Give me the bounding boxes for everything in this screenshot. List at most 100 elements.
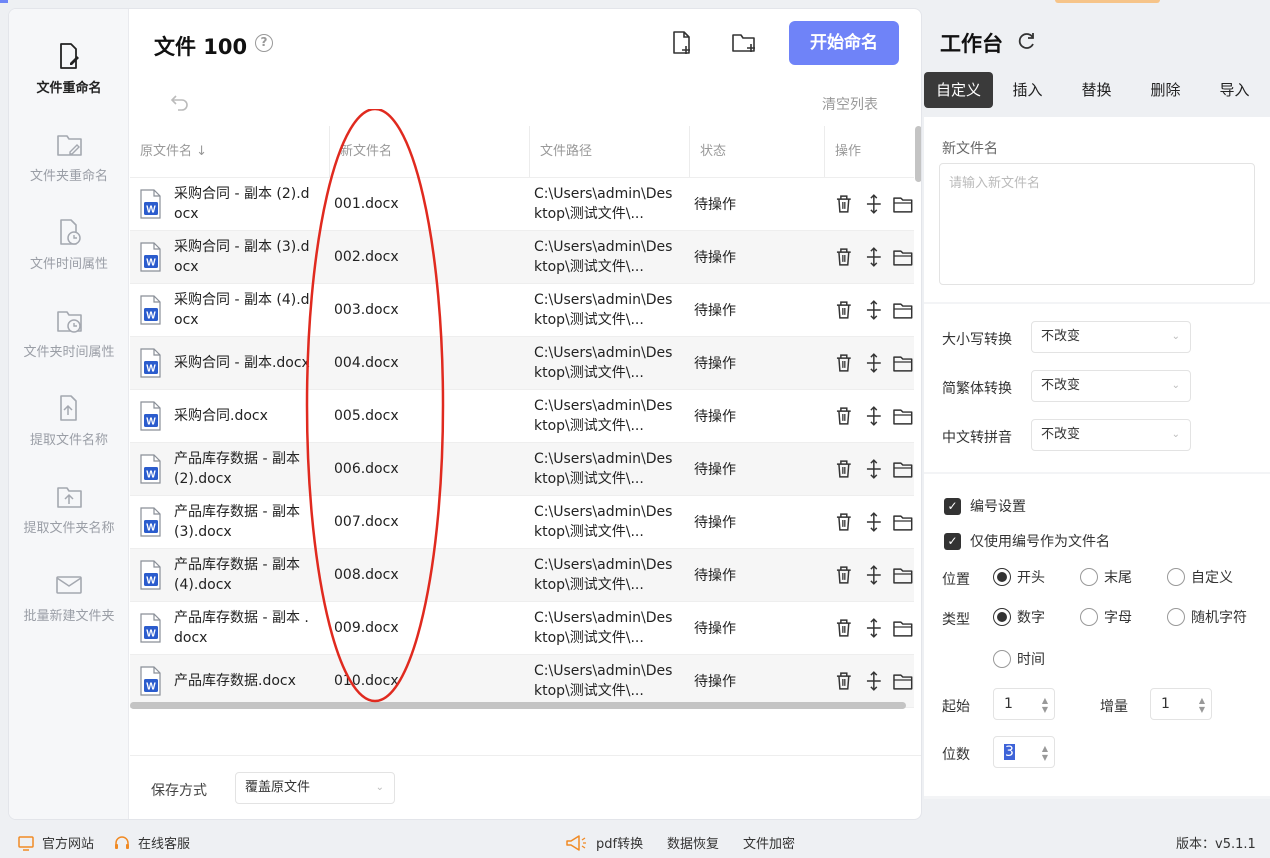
nav-item-3[interactable]: 文件夹时间属性 bbox=[9, 305, 129, 360]
start-spinner[interactable]: 1 ▲ ▼ bbox=[993, 688, 1055, 720]
open-folder-icon[interactable] bbox=[892, 299, 914, 321]
spin-up-icon[interactable]: ▲ bbox=[1042, 697, 1048, 705]
table-row[interactable]: W 产品库存数据.docx 010.docx C:\Users\admin\Deskt… bbox=[130, 655, 914, 708]
table-row[interactable]: W 产品库存数据 - 副本 (3).docx 007.docx C:\Users\ad… bbox=[130, 496, 914, 549]
trash-icon[interactable] bbox=[833, 511, 855, 533]
save-mode-select[interactable]: 覆盖原文件 ⌄ bbox=[235, 772, 395, 804]
tab-replace[interactable]: 替换 bbox=[1062, 72, 1131, 108]
radio-icon[interactable] bbox=[1080, 608, 1098, 626]
radio-type-letter[interactable]: 字母 bbox=[1080, 607, 1132, 627]
trad-select[interactable]: 不改变 ⌄ bbox=[1031, 370, 1191, 402]
table-row[interactable]: W 采购合同.docx 005.docx C:\Users\admin\Desktop… bbox=[130, 390, 914, 443]
table-row[interactable]: W 采购合同 - 副本 (2).docx 001.docx C:\Users\admi… bbox=[130, 178, 914, 231]
trash-icon[interactable] bbox=[833, 670, 855, 692]
radio-type-number[interactable]: 数字 bbox=[993, 607, 1045, 627]
website-link[interactable]: 官方网站 bbox=[18, 833, 94, 852]
radio-icon[interactable] bbox=[1167, 568, 1185, 586]
new-name-input[interactable]: 请输入新文件名 bbox=[939, 163, 1255, 285]
radio-type-random[interactable]: 随机字符 bbox=[1167, 607, 1247, 627]
horizontal-scrollbar[interactable] bbox=[130, 702, 906, 709]
radio-position-custom[interactable]: 自定义 bbox=[1167, 567, 1233, 587]
move-icon[interactable] bbox=[863, 511, 885, 533]
checkbox-checked-icon[interactable]: ✓ bbox=[944, 532, 961, 550]
recovery-link[interactable]: 数据恢复 bbox=[667, 833, 719, 852]
only-number-checkbox-row[interactable]: ✓ 仅使用编号作为文件名 bbox=[944, 531, 1110, 551]
nav-item-0[interactable]: 文件重命名 bbox=[9, 41, 129, 96]
undo-icon[interactable] bbox=[169, 91, 191, 113]
trash-icon[interactable] bbox=[833, 352, 855, 374]
numbering-checkbox-row[interactable]: ✓ 编号设置 bbox=[944, 496, 1026, 516]
move-icon[interactable] bbox=[863, 405, 885, 427]
table-row[interactable]: W 产品库存数据 - 副本 .docx 009.docx C:\Users\admin… bbox=[130, 602, 914, 655]
radio-selected-icon[interactable] bbox=[993, 608, 1011, 626]
table-row[interactable]: W 采购合同 - 副本.docx 004.docx C:\Users\admin\De… bbox=[130, 337, 914, 390]
add-file-icon[interactable] bbox=[667, 29, 695, 57]
checkbox-checked-icon[interactable]: ✓ bbox=[944, 497, 961, 515]
nav-item-6[interactable]: 批量新建文件夹 bbox=[9, 569, 129, 624]
spin-up-icon[interactable]: ▲ bbox=[1042, 745, 1048, 753]
tab-delete[interactable]: 删除 bbox=[1131, 72, 1200, 108]
pinyin-select[interactable]: 不改变 ⌄ bbox=[1031, 419, 1191, 451]
start-rename-button[interactable]: 开始命名 bbox=[789, 21, 899, 65]
move-icon[interactable] bbox=[863, 246, 885, 268]
move-icon[interactable] bbox=[863, 352, 885, 374]
radio-position-start[interactable]: 开头 bbox=[993, 567, 1045, 587]
trash-icon[interactable] bbox=[833, 458, 855, 480]
move-icon[interactable] bbox=[863, 670, 885, 692]
refresh-icon[interactable] bbox=[1016, 30, 1038, 52]
radio-position-end[interactable]: 末尾 bbox=[1080, 567, 1132, 587]
open-folder-icon[interactable] bbox=[892, 246, 914, 268]
trash-icon[interactable] bbox=[833, 246, 855, 268]
spin-down-icon[interactable]: ▼ bbox=[1042, 754, 1048, 762]
open-folder-icon[interactable] bbox=[892, 405, 914, 427]
radio-icon[interactable] bbox=[993, 650, 1011, 668]
table-row[interactable]: W 产品库存数据 - 副本 (4).docx 008.docx C:\Users\ad… bbox=[130, 549, 914, 602]
open-folder-icon[interactable] bbox=[892, 458, 914, 480]
move-icon[interactable] bbox=[863, 193, 885, 215]
tab-import[interactable]: 导入 bbox=[1200, 72, 1269, 108]
clear-list-button[interactable]: 清空列表 bbox=[822, 94, 878, 114]
open-folder-icon[interactable] bbox=[892, 670, 914, 692]
table-row[interactable]: W 采购合同 - 副本 (3).docx 002.docx C:\Users\admi… bbox=[130, 231, 914, 284]
trash-icon[interactable] bbox=[833, 299, 855, 321]
open-folder-icon[interactable] bbox=[892, 352, 914, 374]
help-icon[interactable]: ? bbox=[255, 34, 273, 52]
nav-item-5[interactable]: 提取文件夹名称 bbox=[9, 481, 129, 536]
radio-type-time[interactable]: 时间 bbox=[993, 649, 1045, 669]
trash-icon[interactable] bbox=[833, 405, 855, 427]
radio-selected-icon[interactable] bbox=[993, 568, 1011, 586]
new-name-cell: 009.docx bbox=[330, 602, 530, 654]
radio-icon[interactable] bbox=[1080, 568, 1098, 586]
tab-custom[interactable]: 自定义 bbox=[924, 72, 993, 108]
nav-item-4[interactable]: 提取文件名称 bbox=[9, 393, 129, 448]
open-folder-icon[interactable] bbox=[892, 511, 914, 533]
table-row[interactable]: W 产品库存数据 - 副本 (2).docx 006.docx C:\Users\ad… bbox=[130, 443, 914, 496]
trash-icon[interactable] bbox=[833, 193, 855, 215]
move-icon[interactable] bbox=[863, 617, 885, 639]
step-spinner[interactable]: 1 ▲ ▼ bbox=[1150, 688, 1212, 720]
move-icon[interactable] bbox=[863, 458, 885, 480]
add-folder-icon[interactable] bbox=[730, 29, 758, 57]
trash-icon[interactable] bbox=[833, 617, 855, 639]
nav-item-1[interactable]: 文件夹重命名 bbox=[9, 129, 129, 184]
col-original-name[interactable]: 原文件名 ↓ bbox=[130, 126, 330, 177]
spin-up-icon[interactable]: ▲ bbox=[1199, 697, 1205, 705]
nav-item-2[interactable]: 文件时间属性 bbox=[9, 217, 129, 272]
case-select[interactable]: 不改变 ⌄ bbox=[1031, 321, 1191, 353]
open-folder-icon[interactable] bbox=[892, 193, 914, 215]
trash-icon[interactable] bbox=[833, 564, 855, 586]
pdf-link[interactable]: pdf转换 bbox=[564, 833, 643, 852]
spin-down-icon[interactable]: ▼ bbox=[1042, 706, 1048, 714]
move-icon[interactable] bbox=[863, 564, 885, 586]
table-row[interactable]: W 采购合同 - 副本 (4).docx 003.docx C:\Users\admi… bbox=[130, 284, 914, 337]
spin-down-icon[interactable]: ▼ bbox=[1199, 706, 1205, 714]
tab-insert[interactable]: 插入 bbox=[993, 72, 1062, 108]
radio-icon[interactable] bbox=[1167, 608, 1185, 626]
open-folder-icon[interactable] bbox=[892, 617, 914, 639]
encrypt-link[interactable]: 文件加密 bbox=[743, 833, 795, 852]
service-link[interactable]: 在线客服 bbox=[114, 833, 190, 852]
move-icon[interactable] bbox=[863, 299, 885, 321]
digits-spinner[interactable]: 3 ▲ ▼ bbox=[993, 736, 1055, 768]
vertical-scrollbar[interactable] bbox=[915, 126, 921, 182]
open-folder-icon[interactable] bbox=[892, 564, 914, 586]
